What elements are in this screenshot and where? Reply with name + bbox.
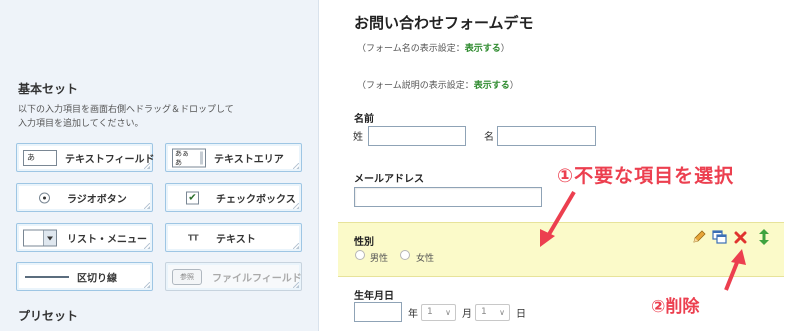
arrow-to-gender-row <box>540 190 576 247</box>
annotation-select-item: ①不要な項目を選択 <box>557 165 735 187</box>
annotation-delete: ②削除 <box>651 297 700 317</box>
arrow-to-delete-icon <box>724 249 746 291</box>
